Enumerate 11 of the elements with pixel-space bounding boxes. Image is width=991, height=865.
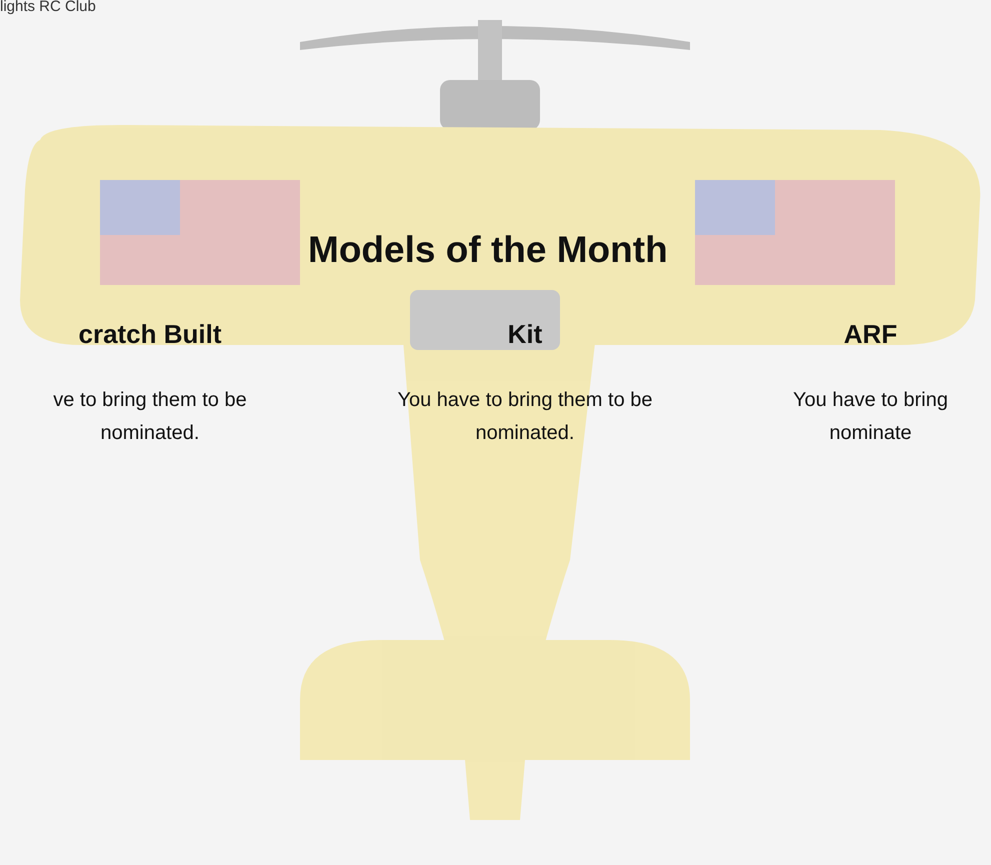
category-description: You have to bring them to be bbox=[398, 388, 652, 413]
category-description: nominate bbox=[829, 421, 912, 446]
category-description: ve to bring them to be bbox=[53, 388, 247, 413]
category-title: ARF bbox=[844, 318, 898, 350]
category-title: Kit bbox=[508, 318, 542, 350]
category-title: cratch Built bbox=[78, 318, 222, 350]
site-title[interactable]: lights RC Club bbox=[0, 0, 991, 14]
category-description: nominated. bbox=[100, 421, 200, 446]
category-description: nominated. bbox=[476, 421, 574, 446]
category-description: You have to bring bbox=[793, 388, 948, 413]
page-heading: Models of the Month bbox=[308, 228, 668, 272]
